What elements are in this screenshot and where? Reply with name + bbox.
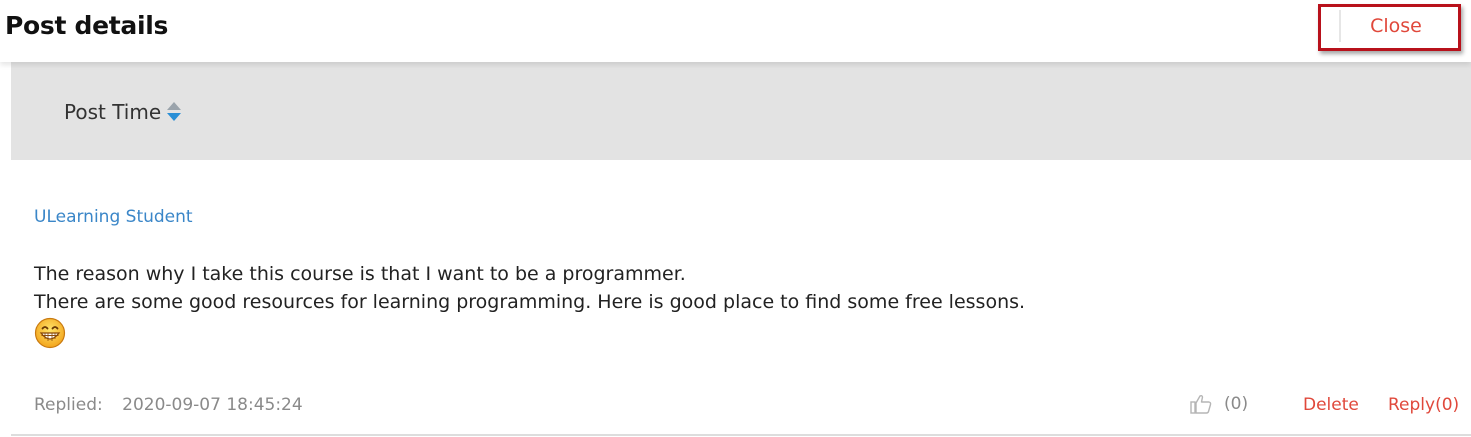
- post-item: ULearning Student The reason why I take …: [0, 160, 1471, 437]
- like-count: (0): [1224, 394, 1249, 414]
- sort-arrows-icon: [167, 101, 182, 123]
- grinning-face-icon: [34, 317, 66, 349]
- post-content: The reason why I take this course is tha…: [34, 260, 1025, 349]
- replied-time: 2020-09-07 18:45:24: [122, 395, 303, 415]
- post-meta: Replied: 2020-09-07 18:45:24: [34, 395, 303, 415]
- close-button-highlight: Close: [1318, 4, 1461, 51]
- sort-up-arrow: [167, 102, 182, 110]
- filter-bar: Post Time: [11, 62, 1471, 160]
- delete-button[interactable]: Delete: [1303, 395, 1359, 415]
- divider: [11, 434, 1471, 436]
- header-bar: Post details Close: [0, 0, 1471, 62]
- sort-down-arrow: [167, 113, 182, 121]
- close-button[interactable]: Close: [1339, 10, 1451, 42]
- replied-label: Replied:: [34, 395, 103, 415]
- post-content-line: There are some good resources for learni…: [34, 291, 1026, 313]
- like-button[interactable]: (0): [1190, 394, 1248, 414]
- thumbs-up-icon: [1190, 394, 1212, 414]
- post-author[interactable]: ULearning Student: [34, 207, 193, 227]
- sort-label: Post Time: [64, 100, 162, 124]
- sort-by-post-time[interactable]: Post Time: [64, 100, 182, 124]
- post-content-line: The reason why I take this course is tha…: [34, 263, 686, 285]
- reply-button[interactable]: Reply(0): [1388, 395, 1459, 415]
- page-title: Post details: [5, 11, 169, 40]
